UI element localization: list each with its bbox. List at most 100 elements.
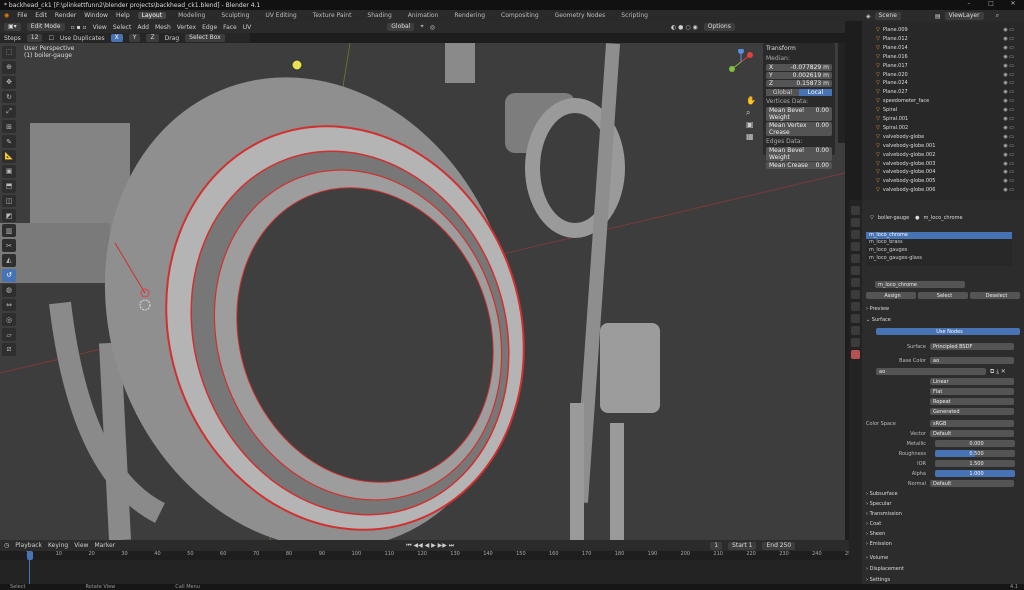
- use-nodes-button[interactable]: Use Nodes: [876, 328, 1020, 335]
- view-layer-selector[interactable]: ViewLayer: [944, 12, 984, 20]
- median-x-field[interactable]: X -0.077829 m: [766, 64, 832, 71]
- mean-crease-field[interactable]: Mean Crease 0.00: [766, 162, 832, 169]
- source-dropdown[interactable]: Generated: [930, 408, 1014, 415]
- menu-file[interactable]: File: [17, 12, 27, 19]
- visibility-icon[interactable]: ◉ ▭: [1003, 63, 1014, 69]
- material-slot-item[interactable]: m_loco_chrome: [866, 232, 1012, 239]
- transmission-panel[interactable]: › Transmission: [866, 511, 1016, 517]
- sidebar-tabs[interactable]: [838, 43, 845, 143]
- timeline-ruler[interactable]: 1102030405060708090100110120130140150160…: [0, 551, 862, 560]
- marker-menu[interactable]: Marker: [94, 542, 115, 549]
- playback-controls[interactable]: ⏮ ◀◀ ◀ ▶ ▶▶ ⏭: [406, 542, 454, 550]
- tab-shading[interactable]: Shading: [363, 12, 395, 19]
- menu-face[interactable]: Face: [223, 24, 237, 31]
- menu-vertex[interactable]: Vertex: [177, 24, 196, 31]
- image-name-field[interactable]: ao: [876, 368, 986, 375]
- menu-uv[interactable]: UV: [243, 24, 252, 31]
- outliner-row[interactable]: ▽ Plane.016 ◉ ▭: [866, 54, 1020, 60]
- measure-tool-icon[interactable]: 📐: [2, 150, 16, 163]
- start-frame-field[interactable]: Start 1: [728, 541, 757, 550]
- settings-panel[interactable]: › Settings: [866, 577, 1016, 583]
- mean-bevel-weight-field[interactable]: Mean Bevel Weight 0.00: [766, 107, 832, 121]
- select-button[interactable]: Select: [918, 292, 968, 299]
- sheen-panel[interactable]: › Sheen: [866, 531, 1016, 537]
- smooth-tool-icon[interactable]: ◍: [2, 283, 16, 297]
- visibility-icon[interactable]: ◉ ▭: [1003, 36, 1014, 42]
- menu-mesh[interactable]: Mesh: [155, 24, 171, 31]
- extension-dropdown[interactable]: Repeat: [930, 398, 1014, 405]
- menu-render[interactable]: Render: [55, 12, 76, 19]
- constraints-tab-icon[interactable]: [851, 326, 860, 335]
- color-space-dropdown[interactable]: sRGB: [930, 420, 1014, 427]
- visibility-icon[interactable]: ◉ ▭: [1003, 125, 1014, 131]
- blender-logo-icon[interactable]: ◉: [4, 12, 9, 19]
- visibility-icon[interactable]: ◉ ▭: [1003, 169, 1014, 175]
- visibility-icon[interactable]: ◉ ▭: [1003, 116, 1014, 122]
- world-tab-icon[interactable]: [851, 266, 860, 275]
- shrink-fatten-tool-icon[interactable]: ◎: [2, 313, 16, 327]
- tab-layout[interactable]: Layout: [137, 12, 167, 19]
- rotate-tool-icon[interactable]: ↻: [2, 90, 16, 104]
- current-frame-field[interactable]: 1: [710, 541, 723, 550]
- axis-x-toggle[interactable]: X: [110, 34, 123, 42]
- end-frame-field[interactable]: End 250: [762, 541, 796, 550]
- close-icon[interactable]: ✕: [1002, 0, 1024, 7]
- assign-button[interactable]: Assign: [866, 292, 916, 299]
- tool-tab-icon[interactable]: [851, 206, 860, 215]
- timeline-view-menu[interactable]: View: [74, 542, 88, 549]
- material-tab-icon[interactable]: [851, 350, 860, 359]
- normal-field[interactable]: Default: [930, 480, 1014, 487]
- preview-panel[interactable]: › Preview: [866, 306, 1016, 312]
- visibility-icon[interactable]: ◉ ▭: [1003, 107, 1014, 113]
- spin-tool-icon[interactable]: ↺: [2, 268, 16, 282]
- axis-z-toggle[interactable]: Z: [146, 34, 159, 42]
- menu-view[interactable]: View: [93, 24, 107, 31]
- viewport-scene[interactable]: [0, 43, 845, 540]
- alpha-slider[interactable]: 1.000: [935, 470, 1015, 477]
- zoom-icon[interactable]: ⌕: [746, 107, 756, 119]
- outliner-row[interactable]: ▽ Plane.017 ◉ ▭: [866, 63, 1020, 69]
- outliner-row[interactable]: ▽ Plane.014 ◉ ▭: [866, 45, 1020, 51]
- menu-edit[interactable]: Edit: [35, 12, 47, 19]
- visibility-icon[interactable]: ◉ ▭: [1003, 45, 1014, 51]
- mode-dropdown[interactable]: Edit Mode: [26, 23, 65, 31]
- visibility-icon[interactable]: ◉ ▭: [1003, 161, 1014, 167]
- base-color-field[interactable]: ao: [930, 357, 1014, 364]
- timeline-editor-icon[interactable]: ◷: [4, 542, 9, 549]
- playback-menu[interactable]: Playback: [15, 542, 42, 549]
- select-box-dropdown[interactable]: Select Box: [185, 34, 225, 42]
- tab-sculpting[interactable]: Sculpting: [217, 12, 253, 19]
- shading-buttons[interactable]: ◐ ● ○ ◉: [671, 24, 698, 31]
- visibility-icon[interactable]: ◉ ▭: [1003, 178, 1014, 184]
- image-browse-icons[interactable]: ⧉ ⤓ ✕: [990, 368, 1006, 376]
- menu-add[interactable]: Add: [137, 24, 149, 31]
- edge-slide-tool-icon[interactable]: ⇔: [2, 298, 16, 312]
- scene-tab-icon[interactable]: [851, 254, 860, 263]
- steps-field[interactable]: 12: [26, 34, 43, 42]
- physics-tab-icon[interactable]: [851, 314, 860, 323]
- outliner-row[interactable]: ▽ Plane.009 ◉ ▭: [866, 27, 1020, 33]
- visibility-icon[interactable]: ◉ ▭: [1003, 187, 1014, 193]
- move-tool-icon[interactable]: ✥: [2, 75, 16, 89]
- median-y-field[interactable]: Y 0.002619 m: [766, 72, 832, 79]
- outliner-row[interactable]: ▽ Plane.024 ◉ ▭: [866, 80, 1020, 86]
- outliner-row[interactable]: ▽ Plane.027 ◉ ▭: [866, 89, 1020, 95]
- vector-field[interactable]: Default: [930, 430, 1014, 437]
- render-tab-icon[interactable]: [851, 218, 860, 227]
- outliner-row[interactable]: ▽ valvebody-globe ◉ ▭: [866, 134, 1020, 140]
- visibility-icon[interactable]: ◉ ▭: [1003, 143, 1014, 149]
- subsurface-panel[interactable]: › Subsurface: [866, 491, 1016, 497]
- volume-panel[interactable]: › Volume: [866, 555, 1016, 561]
- local-toggle[interactable]: Local: [799, 89, 832, 96]
- axis-y-toggle[interactable]: Y: [128, 34, 141, 42]
- outliner-row[interactable]: ▽ Spiral ◉ ▭: [866, 107, 1020, 113]
- visibility-icon[interactable]: ◉ ▭: [1003, 27, 1014, 33]
- particles-tab-icon[interactable]: [851, 302, 860, 311]
- select-tool-icon[interactable]: ⬚: [2, 46, 16, 59]
- tab-compositing[interactable]: Compositing: [497, 12, 543, 19]
- shear-tool-icon[interactable]: ▱: [2, 328, 16, 342]
- visibility-icon[interactable]: ◉ ▭: [1003, 89, 1014, 95]
- deselect-button[interactable]: Deselect: [970, 292, 1020, 299]
- outliner-row[interactable]: ▽ valvebody-globe.006 ◉ ▭: [866, 187, 1020, 193]
- select-mode-icons[interactable]: ▫ ▪ ▫: [71, 24, 87, 31]
